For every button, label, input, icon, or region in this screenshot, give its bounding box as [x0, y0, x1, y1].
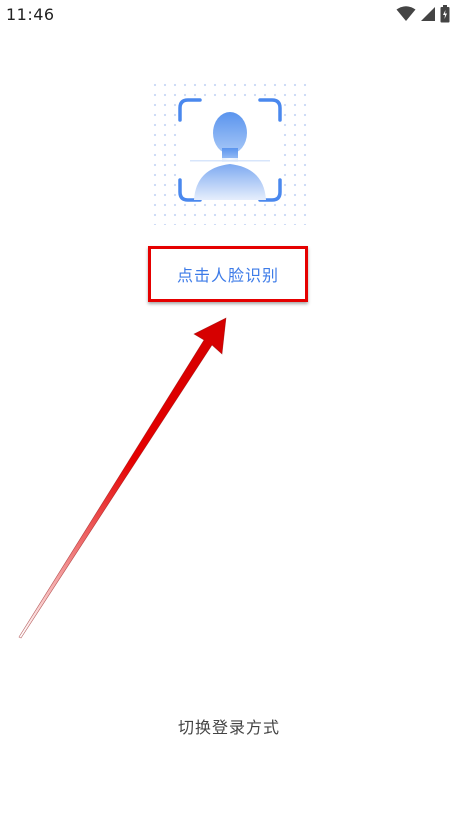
status-bar: 11:46 [0, 0, 458, 30]
face-recognition-label: 点击人脸识别 [176, 266, 279, 285]
switch-login-method-link[interactable]: 切换登录方式 [0, 714, 458, 738]
wifi-icon [396, 6, 416, 22]
signal-icon [420, 6, 436, 22]
battery-icon [440, 5, 450, 23]
status-icons [396, 5, 450, 23]
face-scan-icon[interactable] [150, 80, 310, 225]
status-time: 11:46 [6, 5, 55, 24]
face-recognition-button[interactable]: 点击人脸识别 [148, 246, 308, 302]
